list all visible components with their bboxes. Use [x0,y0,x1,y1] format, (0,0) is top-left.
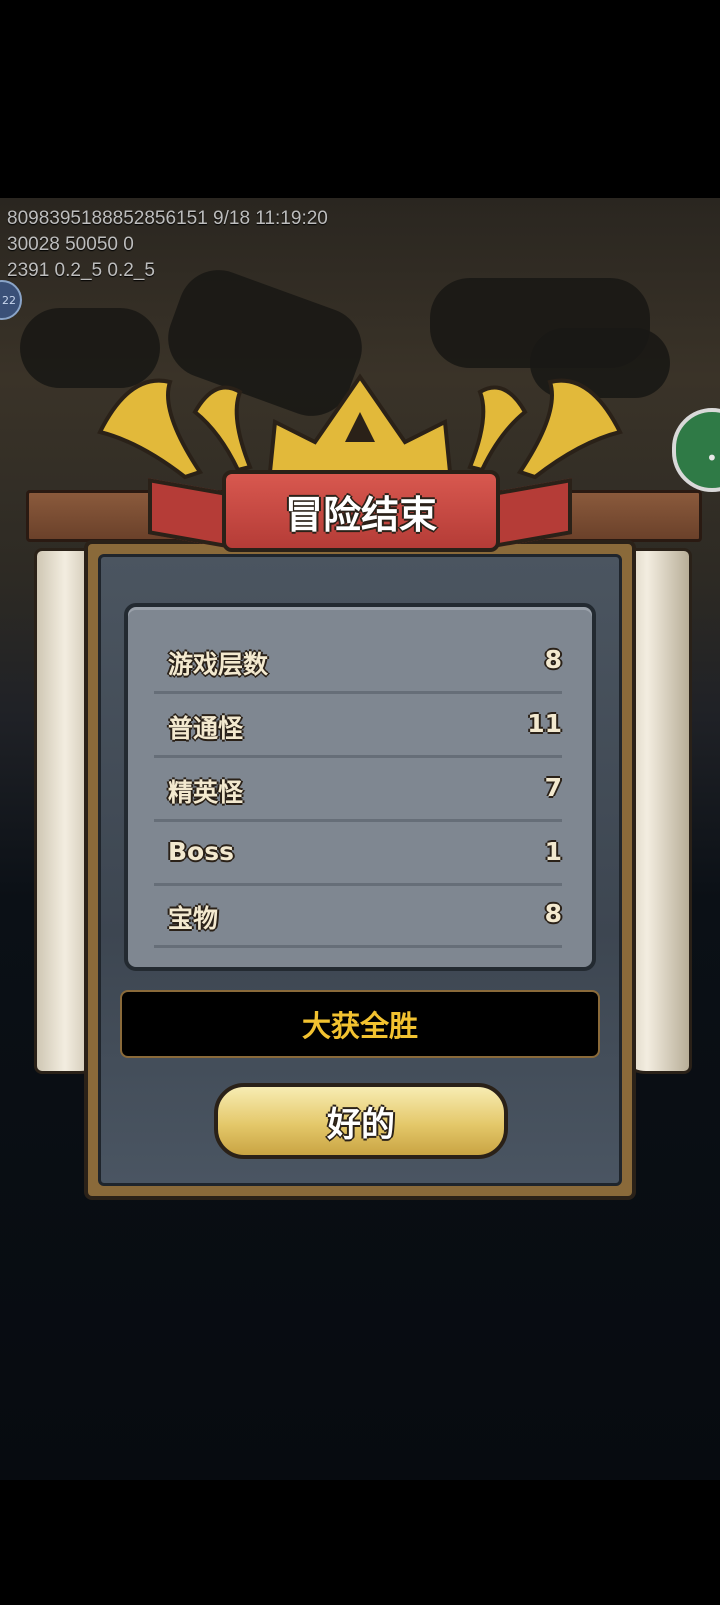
stat-value: 11 [527,709,562,738]
result-bar: 大获全胜 [120,990,600,1058]
debug-line-3: 2391 0.2_5 0.2_5 [7,260,155,281]
ok-button-label: 好的 [327,1104,395,1145]
stat-row-floors: 游戏层数 8 [154,631,562,694]
stat-row-boss: Boss 1 [154,823,562,886]
ok-button[interactable]: 好的 [214,1083,508,1159]
more-icon: •• [706,446,720,470]
title-banner: 冒险结束 [222,470,500,552]
debug-overlay: 809839518885285615​1 9/18 11:19:20 30028… [7,206,328,284]
stat-label: 游戏层数 [168,650,269,679]
debug-line-1: 809839518885285615​1 9/18 11:19:20 [7,208,328,229]
dialog-title: 冒险结束 [284,492,437,537]
stat-value: 8 [544,899,562,928]
result-text: 大获全胜 [301,1009,418,1043]
stat-value: 1 [544,837,562,866]
debug-line-2: 30028 50050 0 [7,234,134,255]
stat-label: 宝物 [168,904,219,933]
stat-label: 普通怪 [168,714,244,743]
stat-row-normal-monsters: 普通怪 11 [154,695,562,758]
stats-table: 游戏层数 8 普通怪 11 精英怪 7 Boss 1 宝物 8 [124,603,596,971]
avatar-badge: 22 [2,293,16,307]
stat-row-treasure: 宝物 8 [154,885,562,948]
stat-value: 8 [544,645,562,674]
stat-label: 精英怪 [168,778,244,807]
stat-label: Boss [168,837,234,866]
stat-value: 7 [544,773,562,802]
stat-row-elite-monsters: 精英怪 7 [154,759,562,822]
horns-crown-icon [97,373,623,480]
